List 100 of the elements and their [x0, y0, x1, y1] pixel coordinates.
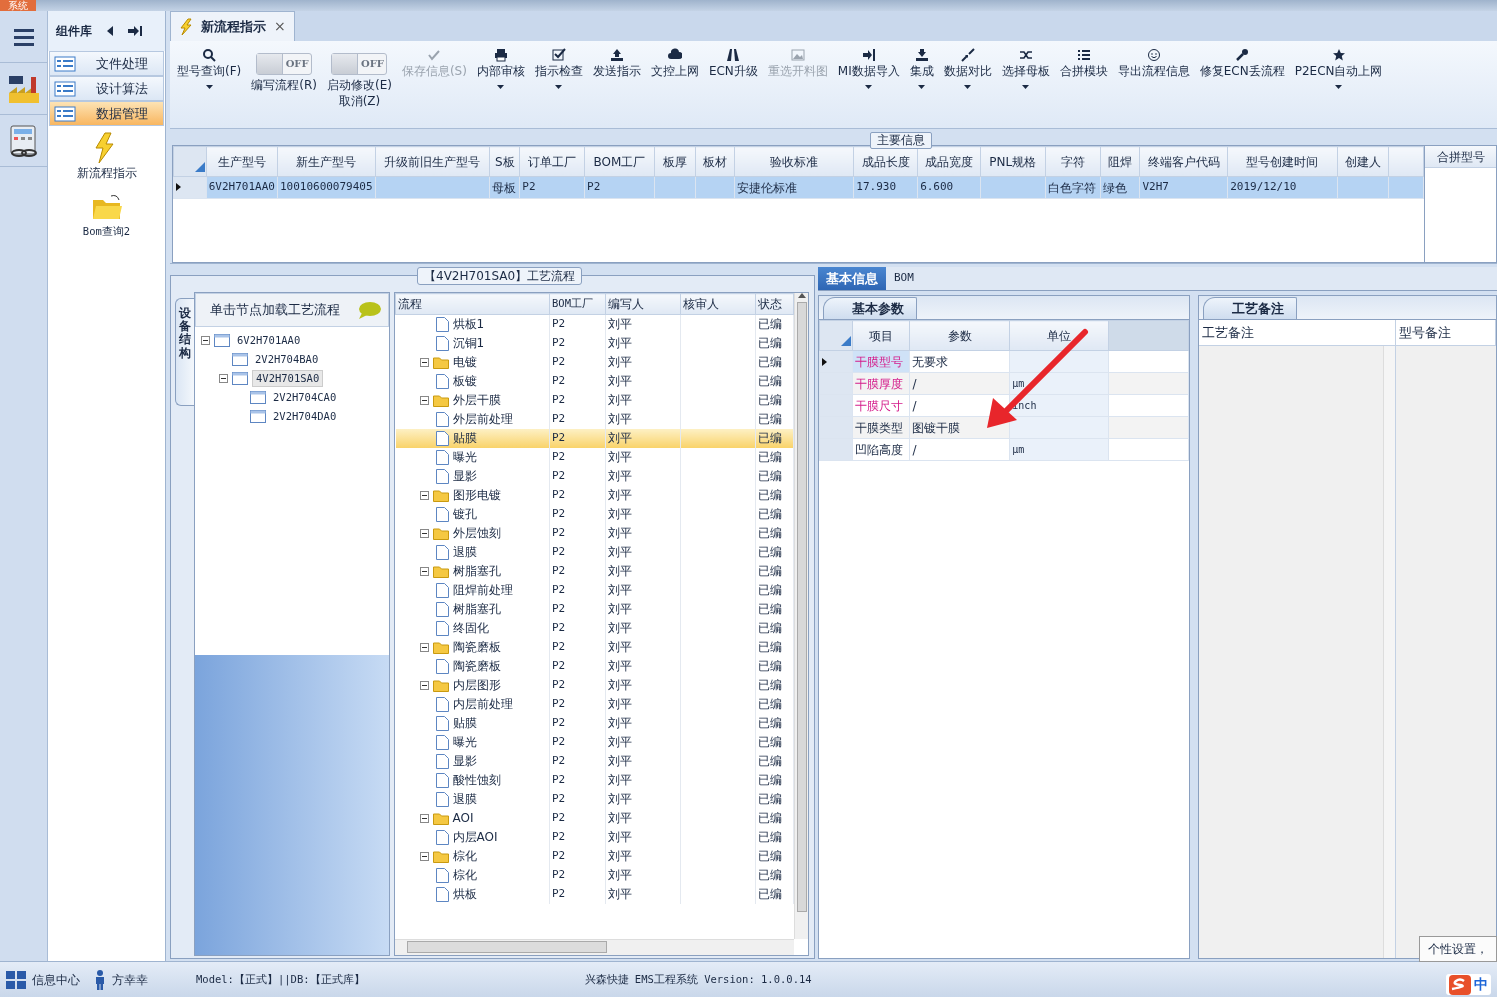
collapse-icon[interactable] — [419, 813, 429, 823]
sidebar-item[interactable]: 设计算法 — [49, 76, 164, 101]
calculator-icon[interactable] — [7, 123, 40, 158]
step-name[interactable]: 外层干膜 — [452, 391, 501, 409]
tree-node[interactable]: 4V2H701SA0 — [252, 369, 324, 388]
column-header[interactable]: 阻焊 — [1100, 146, 1140, 177]
column-header[interactable]: 单位 — [1009, 320, 1109, 351]
column-header[interactable]: BOM工厂 — [584, 146, 655, 177]
step-name[interactable]: 树脂塞孔 — [452, 562, 501, 580]
close-button[interactable]: × — [274, 16, 286, 37]
table-row[interactable]: 外层前处理 P2 刘平 已编 — [395, 409, 794, 429]
table-row[interactable]: 酸性蚀刻 P2 刘平 已编 — [395, 770, 794, 790]
step-name[interactable]: 内层图形 — [452, 676, 501, 694]
table-row[interactable]: 曝光 P2 刘平 已编 — [395, 732, 794, 752]
table-row[interactable]: 阻焊前处理 P2 刘平 已编 — [395, 580, 794, 600]
tab[interactable]: 工艺备注 — [1203, 296, 1297, 319]
column-header[interactable]: 型号备注 — [1396, 320, 1496, 345]
column-header[interactable]: 新生产型号 — [277, 146, 376, 177]
column-header[interactable]: 板材 — [695, 146, 735, 177]
column-header[interactable]: 生产型号 — [206, 146, 278, 177]
table-row[interactable]: 显影 P2 刘平 已编 — [395, 751, 794, 771]
collapse-icon[interactable] — [419, 490, 429, 500]
collapse-icon[interactable] — [419, 642, 429, 652]
table-row[interactable]: 镀孔 P2 刘平 已编 — [395, 504, 794, 524]
table-row[interactable]: 陶瓷磨板 P2 刘平 已编 — [395, 656, 794, 676]
collapse-icon[interactable] — [419, 357, 429, 367]
column-header[interactable]: PNL规格 — [980, 146, 1046, 177]
table-row[interactable]: 沉铜1 P2 刘平 已编 — [395, 333, 794, 353]
row-header[interactable] — [819, 350, 853, 373]
step-name[interactable]: 树脂塞孔 — [452, 600, 501, 618]
step-name[interactable]: 曝光 — [452, 733, 477, 751]
step-name[interactable]: 阻焊前处理 — [452, 581, 513, 599]
tree-node[interactable]: 2V2H704CA0 — [270, 389, 340, 406]
table-row[interactable]: 内层AOI P2 刘平 已编 — [395, 827, 794, 847]
tab[interactable]: 基本参数 — [823, 296, 917, 319]
tree-node[interactable]: 2V2H704DA0 — [270, 408, 340, 425]
column-header[interactable]: 终端客户代码 — [1139, 146, 1228, 177]
table-row[interactable]: 退膜 P2 刘平 已编 — [395, 789, 794, 809]
column-header[interactable]: 升级前旧生产型号 — [375, 146, 490, 177]
toolbar-button[interactable]: 指示检查 — [529, 45, 588, 97]
step-name[interactable]: 外层前处理 — [452, 410, 513, 428]
toolbar-button[interactable]: 合拼模块 — [1054, 45, 1113, 97]
step-name[interactable]: 退膜 — [452, 790, 477, 808]
step-name[interactable]: 贴膜 — [452, 714, 477, 732]
table-row[interactable]: 内层前处理 P2 刘平 已编 — [395, 694, 794, 714]
step-name[interactable]: 终固化 — [452, 619, 489, 637]
collapse-icon[interactable] — [419, 680, 429, 690]
toggle-switch[interactable]: OFF — [256, 53, 313, 75]
tree-node[interactable]: 6V2H701AA0 — [234, 332, 304, 349]
collapse-left-icon[interactable] — [106, 25, 114, 37]
step-name[interactable]: AOI — [452, 809, 474, 827]
step-name[interactable]: 陶瓷磨板 — [452, 657, 501, 675]
column-header[interactable]: 核审人 — [680, 293, 756, 315]
step-name[interactable]: 曝光 — [452, 448, 477, 466]
step-name[interactable]: 退膜 — [452, 543, 477, 561]
vertical-scrollbar[interactable] — [1383, 346, 1395, 958]
toolbar-button[interactable]: MI数据导入 — [832, 45, 905, 97]
toggle-switch[interactable]: OFF — [331, 53, 388, 75]
step-name[interactable]: 外层蚀刻 — [452, 524, 501, 542]
document-tab[interactable]: 新流程指示 × — [170, 11, 295, 41]
step-name[interactable]: 镀孔 — [452, 505, 477, 523]
toolbar-button[interactable]: 集成 — [904, 45, 939, 97]
step-name[interactable]: 沉铜1 — [452, 334, 485, 352]
tree-node[interactable]: 2V2H704BA0 — [252, 351, 322, 368]
step-name[interactable]: 内层AOI — [452, 828, 498, 846]
vertical-scrollbar[interactable] — [794, 293, 808, 939]
toolbar-button[interactable]: 导出流程信息 — [1112, 45, 1195, 97]
step-name[interactable]: 显影 — [452, 752, 477, 770]
sidebar-item[interactable]: 数据管理 — [49, 101, 164, 126]
step-name[interactable]: 图形电镀 — [452, 486, 501, 504]
column-header[interactable]: 订单工厂 — [519, 146, 585, 177]
column-header[interactable]: 创建人 — [1337, 146, 1389, 177]
step-name[interactable]: 内层前处理 — [452, 695, 513, 713]
toolbar-button[interactable]: 选择母板 — [996, 45, 1055, 97]
toolbar-button[interactable]: 内部审核 — [471, 45, 530, 97]
toolbar-button[interactable]: 文控上网 — [645, 45, 704, 97]
collapse-icon[interactable] — [201, 336, 210, 345]
column-header[interactable]: 合拼型号 — [1425, 146, 1496, 168]
step-name[interactable]: 板镀 — [452, 372, 477, 390]
table-row[interactable]: 树脂塞孔 P2 刘平 已编 — [395, 599, 794, 619]
collapse-icon[interactable] — [419, 395, 429, 405]
column-header[interactable]: 工艺备注 — [1199, 320, 1396, 345]
table-row[interactable]: 终固化 P2 刘平 已编 — [395, 618, 794, 638]
step-name[interactable]: 棕化 — [452, 847, 477, 865]
column-header[interactable]: BOM工厂 — [549, 293, 606, 315]
tab[interactable]: BOM — [886, 267, 922, 290]
table-row[interactable]: 贴膜 P2 刘平 已编 — [395, 713, 794, 733]
step-name[interactable]: 陶瓷磨板 — [452, 638, 501, 656]
collapse-icon[interactable] — [419, 528, 429, 538]
step-name[interactable]: 棕化 — [452, 866, 477, 884]
table-row[interactable]: 显影 P2 刘平 已编 — [395, 466, 794, 486]
sidebar-item[interactable]: 文件处理 — [49, 51, 164, 76]
column-header[interactable]: 流程 — [395, 293, 550, 315]
table-row[interactable]: 烘板 P2 刘平 已编 — [395, 884, 794, 904]
toolbar-button[interactable]: 修复ECN丢流程 — [1194, 45, 1290, 97]
toolbar-button[interactable]: 发送指示 — [587, 45, 646, 97]
column-header[interactable]: 项目 — [852, 320, 910, 351]
column-header[interactable]: 板厚 — [654, 146, 696, 177]
column-header[interactable]: 参数 — [909, 320, 1010, 351]
exit-icon[interactable] — [128, 25, 142, 37]
